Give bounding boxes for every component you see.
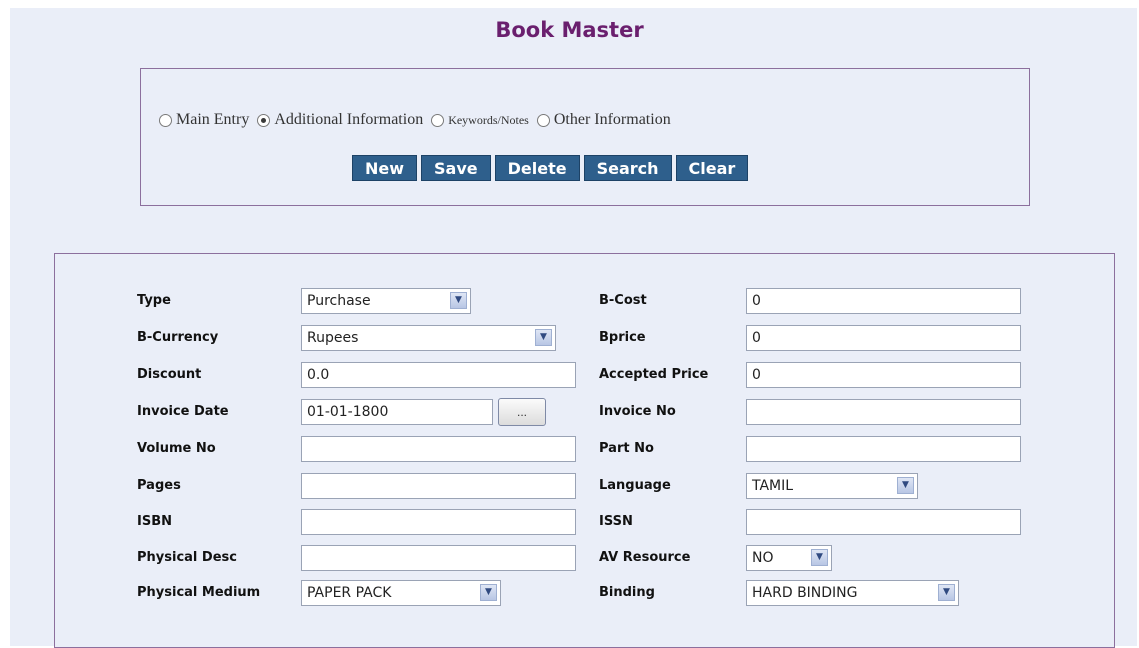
chevron-down-icon[interactable]: ▼ <box>897 477 914 494</box>
chevron-down-icon[interactable]: ▼ <box>811 549 828 566</box>
save-button[interactable]: Save <box>421 155 491 181</box>
physical-medium-select[interactable]: PAPER PACK ▼ <box>301 580 501 606</box>
new-button[interactable]: New <box>352 155 418 181</box>
row-discount: Discount 0.0 Accepted Price 0 <box>55 360 1116 390</box>
date-picker-button[interactable]: ... <box>498 398 546 426</box>
radio-label: Other Information <box>553 111 671 128</box>
bprice-label: Bprice <box>599 330 646 345</box>
part-no-input[interactable] <box>746 436 1021 462</box>
radio-button[interactable] <box>159 113 172 127</box>
binding-select[interactable]: HARD BINDING ▼ <box>746 580 959 606</box>
av-resource-value: NO <box>752 550 774 566</box>
isbn-input[interactable] <box>301 509 576 535</box>
book-details-form: Type Purchase ▼ B-Cost 0 B-Currency Rupe… <box>54 253 1115 648</box>
chevron-down-icon[interactable]: ▼ <box>535 329 552 346</box>
clear-button[interactable]: Clear <box>675 155 749 181</box>
radio-label: Main Entry <box>176 111 250 128</box>
language-select[interactable]: TAMIL ▼ <box>746 473 918 499</box>
chevron-down-icon[interactable]: ▼ <box>938 584 955 601</box>
discount-input[interactable]: 0.0 <box>301 362 576 388</box>
accepted-price-input[interactable]: 0 <box>746 362 1021 388</box>
row-b-currency: B-Currency Rupees ▼ Bprice 0 <box>55 323 1116 353</box>
row-physical-desc: Physical Desc AV Resource NO ▼ <box>55 543 1116 573</box>
physical-desc-input[interactable] <box>301 545 576 571</box>
radio-main-entry[interactable]: Main Entry <box>159 111 249 129</box>
radio-other-information[interactable]: Other Information <box>536 111 671 129</box>
radio-label: Additional Information <box>274 111 424 128</box>
type-value: Purchase <box>307 293 371 309</box>
physical-medium-label: Physical Medium <box>137 585 261 600</box>
b-cost-label: B-Cost <box>599 293 647 308</box>
pages-label: Pages <box>137 478 181 493</box>
av-resource-label: AV Resource <box>599 550 691 565</box>
part-no-label: Part No <box>599 441 654 456</box>
b-cost-input[interactable]: 0 <box>746 288 1021 314</box>
volume-no-label: Volume No <box>137 441 216 456</box>
discount-label: Discount <box>137 367 202 382</box>
binding-value: HARD BINDING <box>752 585 858 601</box>
invoice-no-label: Invoice No <box>599 404 676 419</box>
radio-button[interactable] <box>431 113 445 127</box>
b-currency-value: Rupees <box>307 330 359 346</box>
invoice-no-input[interactable] <box>746 399 1021 425</box>
b-currency-label: B-Currency <box>137 330 219 345</box>
page-title: Book Master <box>495 18 644 42</box>
av-resource-select[interactable]: NO ▼ <box>746 545 832 571</box>
entry-mode-radio-group: Main Entry Additional Information Keywor… <box>159 111 679 129</box>
accepted-price-label: Accepted Price <box>599 367 709 382</box>
row-isbn: ISBN ISSN <box>55 507 1116 537</box>
issn-label: ISSN <box>599 514 633 529</box>
row-pages: Pages Language TAMIL ▼ <box>55 471 1116 501</box>
issn-input[interactable] <box>746 509 1021 535</box>
radio-label: Keywords/Notes <box>448 112 529 127</box>
chevron-down-icon[interactable]: ▼ <box>450 292 467 309</box>
row-invoice-date: Invoice Date 01-01-1800 ... Invoice No <box>55 397 1116 427</box>
type-select[interactable]: Purchase ▼ <box>301 288 471 314</box>
invoice-date-label: Invoice Date <box>137 404 229 419</box>
entry-mode-panel: Main Entry Additional Information Keywor… <box>140 68 1030 206</box>
language-value: TAMIL <box>752 478 794 494</box>
pages-input[interactable] <box>301 473 576 499</box>
radio-button[interactable] <box>536 113 550 127</box>
search-button[interactable]: Search <box>583 155 672 181</box>
language-label: Language <box>599 478 671 493</box>
type-label: Type <box>137 293 171 308</box>
chevron-down-icon[interactable]: ▼ <box>480 584 497 601</box>
radio-button-selected[interactable] <box>257 113 271 127</box>
physical-desc-label: Physical Desc <box>137 550 237 565</box>
toolbar: New Save Delete Search Clear <box>352 155 752 181</box>
physical-medium-value: PAPER PACK <box>307 585 392 601</box>
row-type: Type Purchase ▼ B-Cost 0 <box>55 286 1116 316</box>
radio-keywords-notes[interactable]: Keywords/Notes <box>431 113 529 128</box>
binding-label: Binding <box>599 585 655 600</box>
bprice-input[interactable]: 0 <box>746 325 1021 351</box>
row-physical-medium: Physical Medium PAPER PACK ▼ Binding HAR… <box>55 578 1116 608</box>
b-currency-select[interactable]: Rupees ▼ <box>301 325 556 351</box>
row-volume-no: Volume No Part No <box>55 434 1116 464</box>
volume-no-input[interactable] <box>301 436 576 462</box>
isbn-label: ISBN <box>137 514 172 529</box>
invoice-date-input[interactable]: 01-01-1800 <box>301 399 493 425</box>
radio-additional-information[interactable]: Additional Information <box>257 111 423 129</box>
delete-button[interactable]: Delete <box>494 155 580 181</box>
